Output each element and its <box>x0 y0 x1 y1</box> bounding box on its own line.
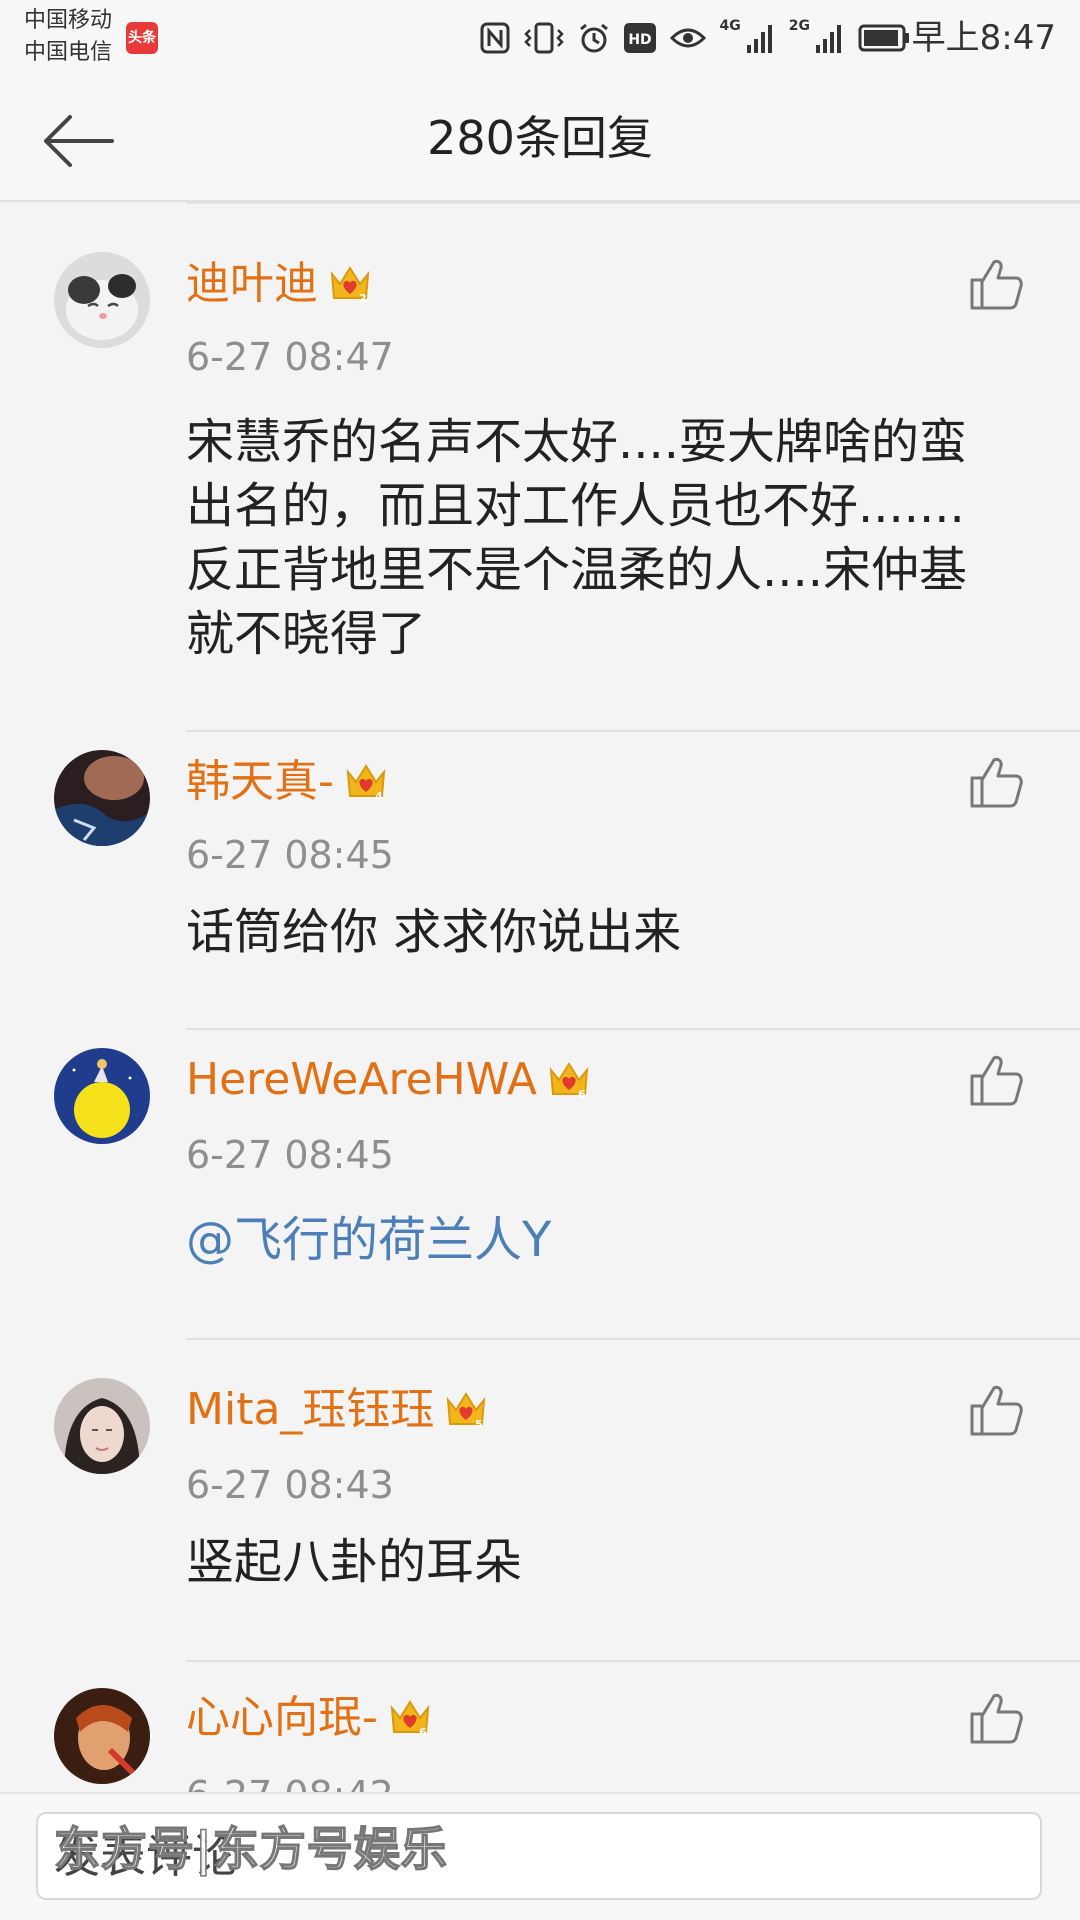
timestamp: 6-27 08:47 <box>186 335 394 379</box>
timestamp: 6-27 08:43 <box>186 1463 394 1507</box>
vip-crown-icon: 4 <box>346 764 386 803</box>
username[interactable]: Mita_珏钰珏 <box>186 1382 434 1438</box>
comment-item: 韩天真- 4 6-27 08:45 话筒给你 求求你说出来 <box>0 730 1080 1040</box>
username[interactable]: HereWeAreHWA <box>186 1052 537 1108</box>
vip-level: 5 <box>476 1418 484 1431</box>
avatar[interactable] <box>54 1378 150 1474</box>
eye-comfort-icon <box>669 28 706 48</box>
username-row: 心心向珉- 6 <box>186 1690 432 1746</box>
avatar[interactable] <box>54 750 150 846</box>
timestamp: 6-27 08:45 <box>186 1133 394 1177</box>
username[interactable]: 迪叶迪 <box>186 256 318 312</box>
username-row: 韩天真- 4 <box>186 754 388 810</box>
vibrate-icon <box>523 22 564 54</box>
timestamp: 6-27 08:45 <box>186 833 394 877</box>
network-2g-label: 2G <box>788 18 810 34</box>
hd-icon: HD <box>623 23 656 53</box>
status-bar: 中国移动 中国电信 头条 HD 4G 2G 早上8:47 <box>0 0 1080 78</box>
username[interactable]: 韩天真- <box>186 754 334 810</box>
divider <box>186 1028 1080 1030</box>
signal-icon-1 <box>746 25 772 53</box>
username-row: 迪叶迪 2 <box>186 256 372 312</box>
divider <box>186 730 1080 732</box>
page-title: 280条回复 <box>427 111 653 165</box>
comment-list[interactable]: 迪叶迪 2 6-27 08:47 宋慧乔的名声不太好....耍大牌啥的蛮出名的，… <box>0 202 1080 1792</box>
network-4g-label: 4G <box>719 18 741 34</box>
vip-level: 6 <box>419 1726 427 1739</box>
divider <box>186 202 1080 204</box>
battery-icon <box>858 24 909 52</box>
username-row: Mita_珏钰珏 5 <box>186 1382 488 1438</box>
comment-input[interactable] <box>36 1812 1042 1900</box>
avatar[interactable] <box>54 1688 150 1784</box>
signal-icon-2 <box>816 25 841 53</box>
svg-text:HD: HD <box>628 32 651 48</box>
divider <box>186 1338 1080 1340</box>
comment-item: 迪叶迪 2 6-27 08:47 宋慧乔的名声不太好....耍大牌啥的蛮出名的，… <box>0 202 1080 730</box>
like-icon[interactable] <box>966 1050 1026 1110</box>
like-icon[interactable] <box>966 254 1026 314</box>
comment-text: 竖起八卦的耳朵 <box>186 1534 523 1590</box>
vip-crown-icon: 5 <box>447 1392 486 1431</box>
vip-crown-icon: 2 <box>330 266 370 305</box>
vip-crown-icon: 6 <box>390 1700 430 1739</box>
username-row: HereWeAreHWA 6 <box>186 1052 591 1108</box>
like-icon[interactable] <box>966 1688 1026 1748</box>
timestamp: 6-27 08:42 <box>186 1772 394 1792</box>
carrier-2: 中国电信 <box>24 40 113 65</box>
vip-crown-icon: 6 <box>549 1062 589 1101</box>
clock: 早上8:47 <box>911 18 1056 58</box>
avatar[interactable] <box>54 252 150 348</box>
like-icon[interactable] <box>966 752 1026 812</box>
carrier-1: 中国移动 <box>24 8 113 33</box>
vip-level: 6 <box>578 1088 586 1101</box>
comment-text: @飞行的荷兰人Y <box>186 1208 1006 1272</box>
comment-item: HereWeAreHWA 6 6-27 08:45 @飞行的荷兰人Y <box>0 1028 1080 1350</box>
header: 280条回复 <box>0 78 1080 202</box>
avatar[interactable] <box>54 1048 150 1144</box>
alarm-icon <box>579 23 608 53</box>
comment-item: Mita_珏钰珏 5 6-27 08:43 竖起八卦的耳朵 <box>0 1338 1080 1660</box>
vip-level: 4 <box>375 790 383 803</box>
comment-text: 宋慧乔的名声不太好....耍大牌啥的蛮出名的，而且对工作人员也不好.......… <box>186 414 968 662</box>
nfc-icon <box>480 22 510 54</box>
comment-item: 心心向珉- 6 6-27 08:42 <box>0 1660 1080 1792</box>
divider <box>186 1660 1080 1662</box>
vip-level: 2 <box>359 292 367 305</box>
bottom-bar: 东方号|东方号娱乐 <box>0 1792 1080 1920</box>
user-mention-link[interactable]: @飞行的荷兰人Y <box>186 1212 551 1268</box>
like-icon[interactable] <box>966 1380 1026 1440</box>
status-icons: HD 4G 2G <box>480 16 910 60</box>
toutiao-app-icon: 头条 <box>126 22 158 54</box>
comment-text: 话筒给你 求求你说出来 <box>186 904 682 960</box>
username[interactable]: 心心向珉- <box>186 1690 378 1746</box>
app-root: 中国移动 中国电信 头条 HD 4G 2G 早上8:47 280条回复 迪叶迪 … <box>0 0 1080 1920</box>
